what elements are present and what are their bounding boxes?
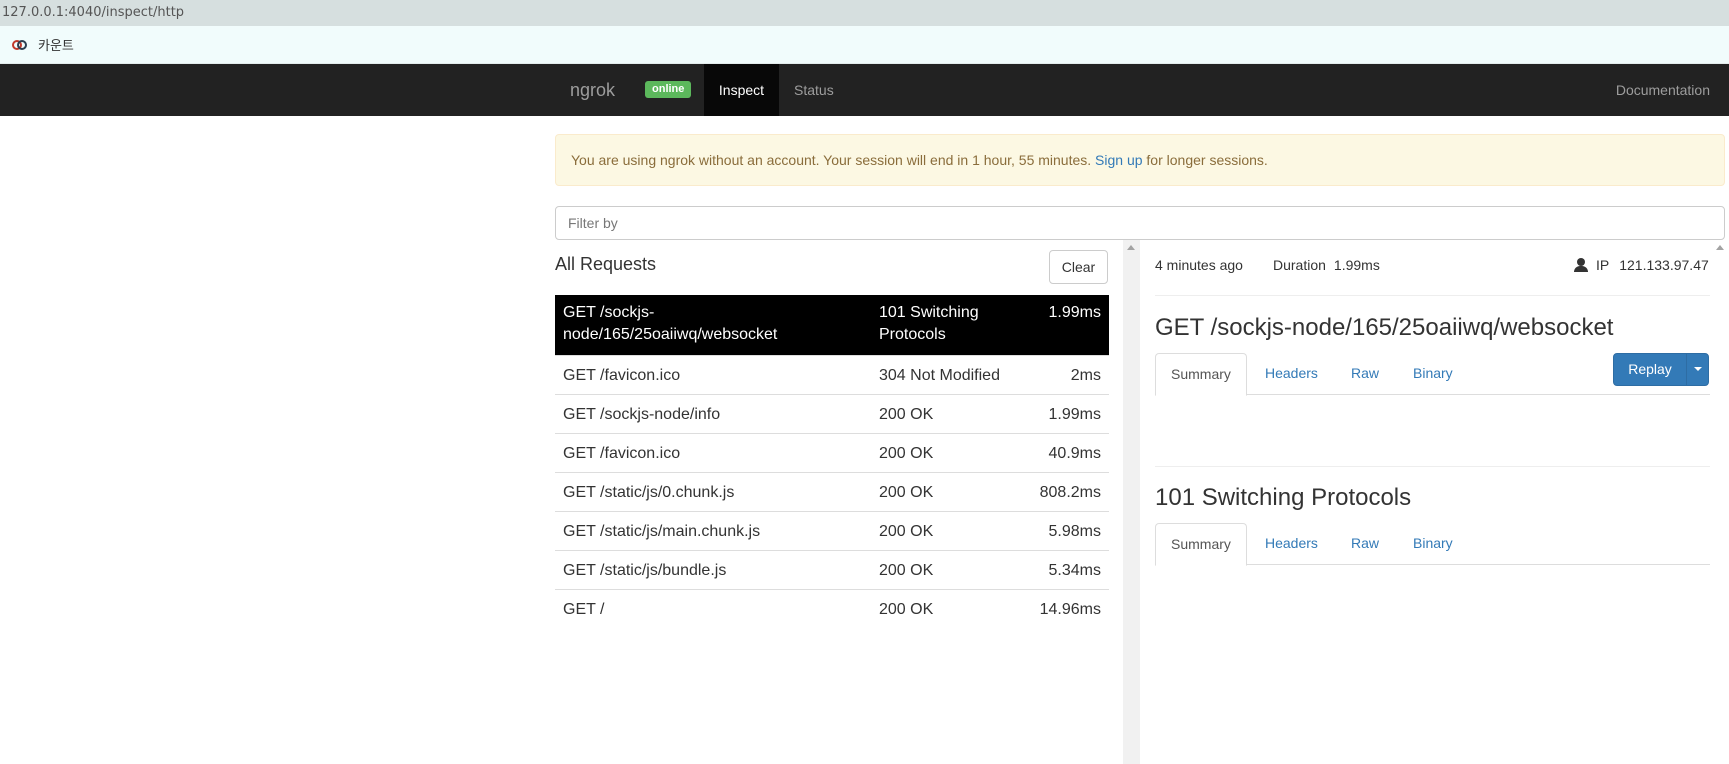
table-row[interactable]: GET /favicon.ico 200 OK 40.9ms [555,433,1109,472]
replay-button[interactable]: Replay [1614,354,1686,385]
request-path: GET /favicon.ico [563,445,681,462]
request-status: 304 Not Modified [879,367,1000,384]
request-path: GET /sockjs-node/info [563,406,721,423]
table-row[interactable]: GET /static/js/bundle.js 200 OK 5.34ms [555,550,1109,589]
alert-text-before: You are using ngrok without an account. … [571,152,1096,168]
client-ip: IP 121.133.97.47 [1574,257,1709,273]
request-path: GET /static/js/0.chunk.js [563,484,735,501]
tab-binary[interactable]: Binary [1413,523,1453,565]
response-tabs: Summary Headers Raw Binary [1155,523,1710,566]
right-panel-scrollbar[interactable] [1712,240,1729,764]
nav-status[interactable]: Status [794,64,834,116]
request-status: 200 OK [879,484,934,501]
request-status: 200 OK [879,445,934,462]
bookmark-link[interactable]: 카운트 [38,35,74,54]
scroll-up-arrow-icon[interactable] [1716,245,1724,250]
request-path: GET /favicon.ico [563,367,681,384]
divider [1155,466,1710,467]
divider [1155,295,1710,296]
table-row[interactable]: GET /static/js/main.chunk.js 200 OK 5.98… [555,511,1109,550]
tab-headers[interactable]: Headers [1265,523,1318,565]
brand-logo[interactable]: ngrok [570,64,615,116]
replay-dropdown-toggle[interactable] [1686,354,1709,385]
scroll-up-arrow-icon[interactable] [1127,245,1135,250]
request-duration: 14.96ms [1039,601,1101,618]
request-duration: 1.99ms [1048,304,1101,321]
request-duration: 5.34ms [1048,562,1101,579]
table-row[interactable]: GET / 200 OK 14.96ms [555,589,1109,628]
request-path: GET /static/js/main.chunk.js [563,523,761,540]
status-badge: online [645,81,692,98]
request-path: GET /static/js/bundle.js [563,562,727,579]
request-status: 200 OK [879,406,934,423]
table-row[interactable]: GET /static/js/0.chunk.js 200 OK 808.2ms [555,472,1109,511]
tab-summary[interactable]: Summary [1155,353,1247,396]
request-status: 200 OK [879,601,934,618]
session-alert: You are using ngrok without an account. … [555,134,1725,186]
request-duration: 2ms [1070,367,1101,384]
request-path: GET /sockjs-node/165/25oaiiwq/websocket [563,304,778,343]
user-icon [1574,258,1588,272]
request-time-ago: 4 minutes ago [1155,257,1243,273]
left-panel-scrollbar[interactable] [1123,240,1140,764]
request-duration: 808.2ms [1039,484,1101,501]
duration-value: 1.99ms [1333,257,1380,273]
duration-label: Duration [1273,257,1326,273]
replay-button-group: Replay [1613,353,1709,386]
table-row[interactable]: GET /sockjs-node/info 200 OK 1.99ms [555,394,1109,433]
request-table: GET /sockjs-node/165/25oaiiwq/websocket … [555,295,1109,628]
request-status: 101 Switching Protocols [879,304,979,343]
address-bar[interactable]: 127.0.0.1:4040/inspect/http [0,0,1729,26]
request-duration: 1.99ms [1048,406,1101,423]
request-status: 200 OK [879,523,934,540]
ip-value: 121.133.97.47 [1619,257,1709,273]
nav-inspect[interactable]: Inspect [704,64,779,116]
request-duration: 5.98ms [1048,523,1101,540]
tab-binary[interactable]: Binary [1413,353,1453,395]
clear-button[interactable]: Clear [1049,250,1108,284]
caret-down-icon [1694,367,1702,371]
top-navbar: ngrok online Inspect Status Documentatio… [0,64,1729,116]
request-path: GET / [563,601,605,618]
table-row[interactable]: GET /favicon.ico 304 Not Modified 2ms [555,355,1109,394]
tab-raw[interactable]: Raw [1351,523,1379,565]
request-duration: 40.9ms [1048,445,1101,462]
sign-up-link[interactable]: Sign up [1095,152,1142,168]
response-title: 101 Switching Protocols [1155,484,1412,511]
tab-raw[interactable]: Raw [1351,353,1379,395]
bookmarks-bar: 카운트 [0,26,1729,64]
all-requests-title: All Requests [555,254,657,274]
nav-documentation[interactable]: Documentation [1616,64,1710,116]
tab-headers[interactable]: Headers [1265,353,1318,395]
tab-summary[interactable]: Summary [1155,523,1247,566]
ip-label: IP [1596,257,1610,273]
table-row[interactable]: GET /sockjs-node/165/25oaiiwq/websocket … [555,295,1109,355]
request-title: GET /sockjs-node/165/25oaiiwq/websocket [1155,314,1614,341]
request-duration-meta: Duration 1.99ms [1273,257,1380,273]
alert-text-after: for longer sessions. [1142,152,1268,168]
filter-input[interactable] [555,206,1725,240]
request-status: 200 OK [879,562,934,579]
bookmark-favicon-icon [12,39,28,51]
